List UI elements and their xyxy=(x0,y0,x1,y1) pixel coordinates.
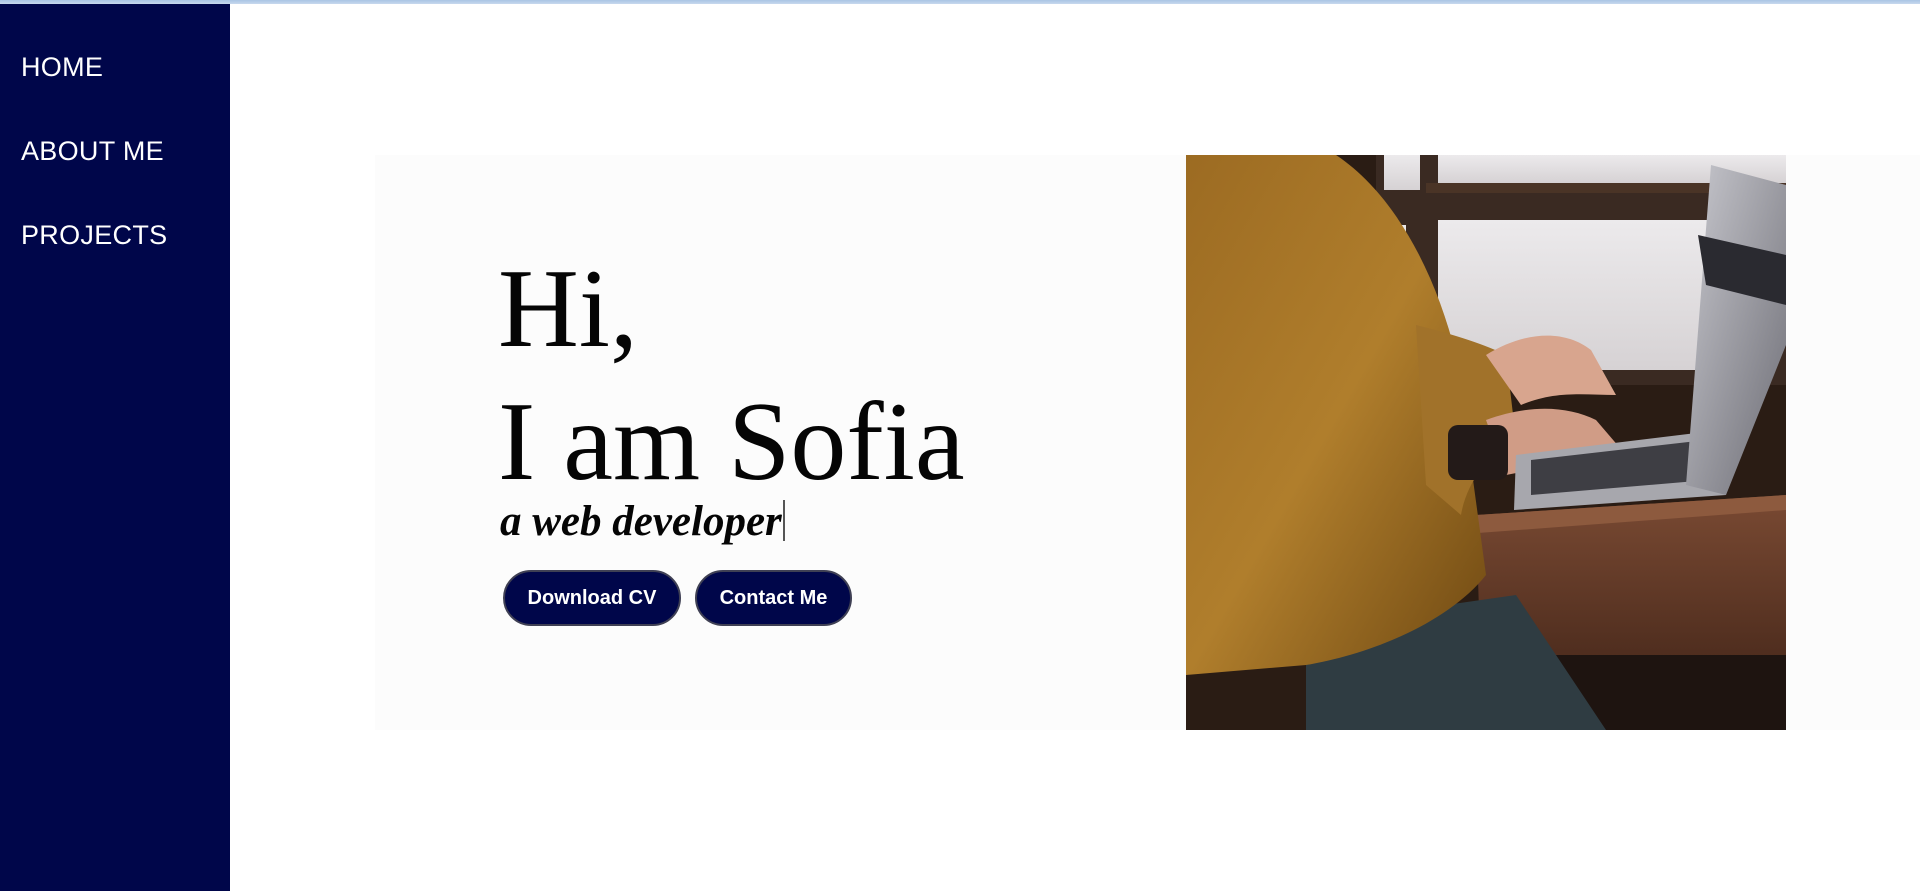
window-top-border xyxy=(0,0,1920,4)
hero-name-heading: I am Sofia xyxy=(498,380,965,504)
nav-home-link[interactable]: HOME xyxy=(21,52,103,83)
contact-me-button[interactable]: Contact Me xyxy=(695,570,852,626)
nav-projects-link[interactable]: PROJECTS xyxy=(21,220,167,251)
typing-caret xyxy=(782,500,785,541)
sidebar-nav: HOME ABOUT ME PROJECTS xyxy=(0,4,230,891)
nav-about-me-link[interactable]: ABOUT ME xyxy=(21,136,164,167)
hero-role-text: a web developer xyxy=(500,497,785,546)
hero-photo xyxy=(1186,155,1786,730)
hero-greeting: Hi, xyxy=(498,247,638,371)
download-cv-button[interactable]: Download CV xyxy=(503,570,681,626)
typed-role: a web developer xyxy=(500,498,782,545)
laptop-typing-illustration xyxy=(1186,155,1786,730)
